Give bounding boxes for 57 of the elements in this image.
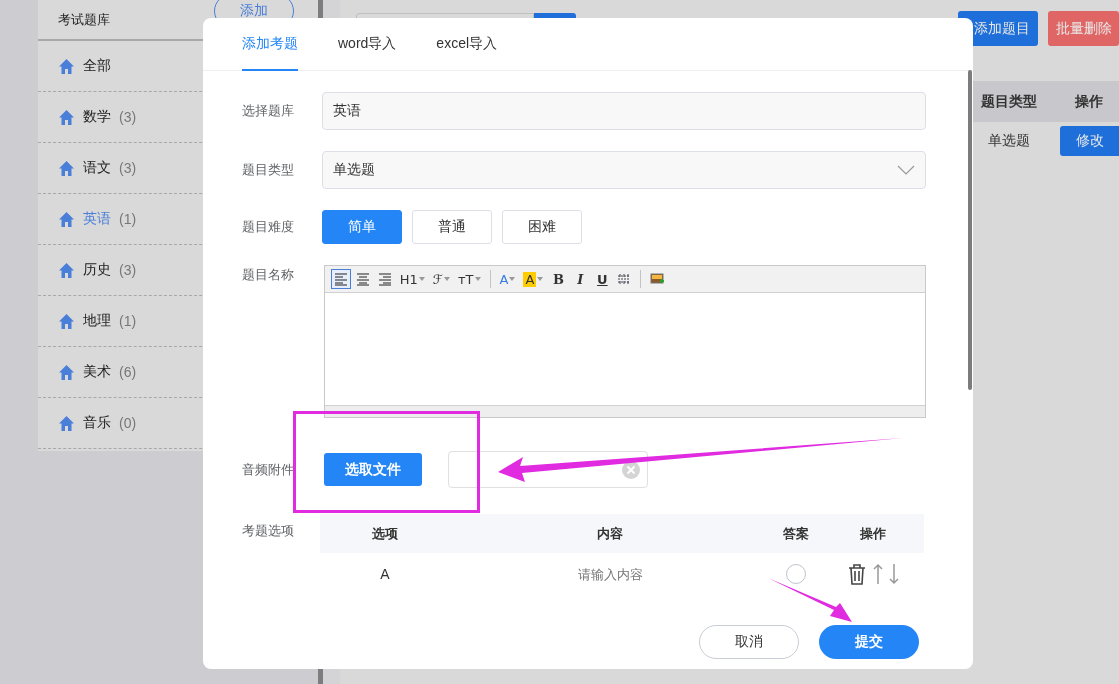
difficulty-option[interactable]: 普通	[412, 210, 492, 244]
font-color-button[interactable]: A	[496, 269, 519, 289]
column-header: 操作	[859, 524, 887, 543]
caret-icon	[474, 277, 481, 281]
field-label: 题目名称	[242, 266, 295, 284]
tab[interactable]: excel导入	[436, 18, 498, 71]
underline-button[interactable]: U	[592, 269, 613, 289]
trash-icon[interactable]	[847, 563, 867, 585]
caret-icon	[509, 277, 516, 281]
house-icon	[58, 363, 75, 381]
column-header: 题目类型	[980, 92, 1038, 111]
house-icon	[58, 57, 75, 75]
answer-radio[interactable]	[786, 564, 806, 584]
house-icon	[58, 261, 75, 279]
scrollbar[interactable]	[968, 70, 972, 390]
chevron-down-icon	[897, 165, 915, 175]
font-size-button[interactable]: ᴛT	[455, 269, 484, 289]
select-field[interactable]: 单选题	[322, 151, 926, 189]
caret-icon	[418, 277, 425, 281]
house-icon	[58, 312, 75, 330]
column-header: 操作	[1074, 92, 1104, 111]
house-icon	[58, 414, 75, 432]
caret-icon	[444, 277, 451, 281]
column-header: 内容	[596, 524, 624, 543]
input-field[interactable]: 英语	[322, 92, 926, 130]
bold-button[interactable]: B	[548, 269, 569, 289]
caret-icon	[537, 277, 544, 281]
sidebar-title: 考试题库	[58, 10, 110, 29]
column-header: 答案	[782, 524, 810, 543]
table-cell-text: 单选题	[987, 132, 1031, 150]
house-icon	[58, 210, 75, 228]
column-header: 选项	[371, 524, 399, 543]
house-icon	[58, 108, 75, 126]
field-label: 题目类型	[242, 161, 295, 179]
submit-button[interactable]: 提交	[819, 625, 919, 659]
difficulty-option[interactable]: 困难	[502, 210, 582, 244]
heading-button[interactable]: H1	[396, 269, 428, 289]
house-icon	[58, 159, 75, 177]
field-label: 考题选项	[242, 522, 295, 540]
highlight-button[interactable]: A	[520, 269, 547, 289]
choose-file-button[interactable]: 选取文件	[324, 453, 422, 486]
field-label: 音频附件	[242, 460, 295, 479]
font-button[interactable]: ℱ	[429, 269, 454, 289]
tab[interactable]: 添加考题	[242, 18, 298, 71]
align-left-icon[interactable]	[330, 269, 351, 289]
cancel-button[interactable]: 取消	[699, 625, 799, 659]
arrow-down-icon[interactable]	[889, 563, 899, 585]
tab[interactable]: word导入	[338, 18, 397, 71]
italic-button[interactable]: I	[570, 269, 591, 289]
field-label: 题目难度	[242, 218, 295, 236]
table-cell-text: A	[379, 566, 391, 582]
edit-button[interactable]: 修改	[1060, 126, 1119, 156]
difficulty-option[interactable]: 简单	[322, 210, 402, 244]
content-input[interactable]: 请输入内容	[508, 566, 712, 583]
rich-text-editor[interactable]: H1 ℱ ᴛT A A B I U	[323, 265, 926, 418]
arrow-up-icon[interactable]	[873, 563, 883, 585]
field-label: 选择题库	[242, 102, 295, 120]
